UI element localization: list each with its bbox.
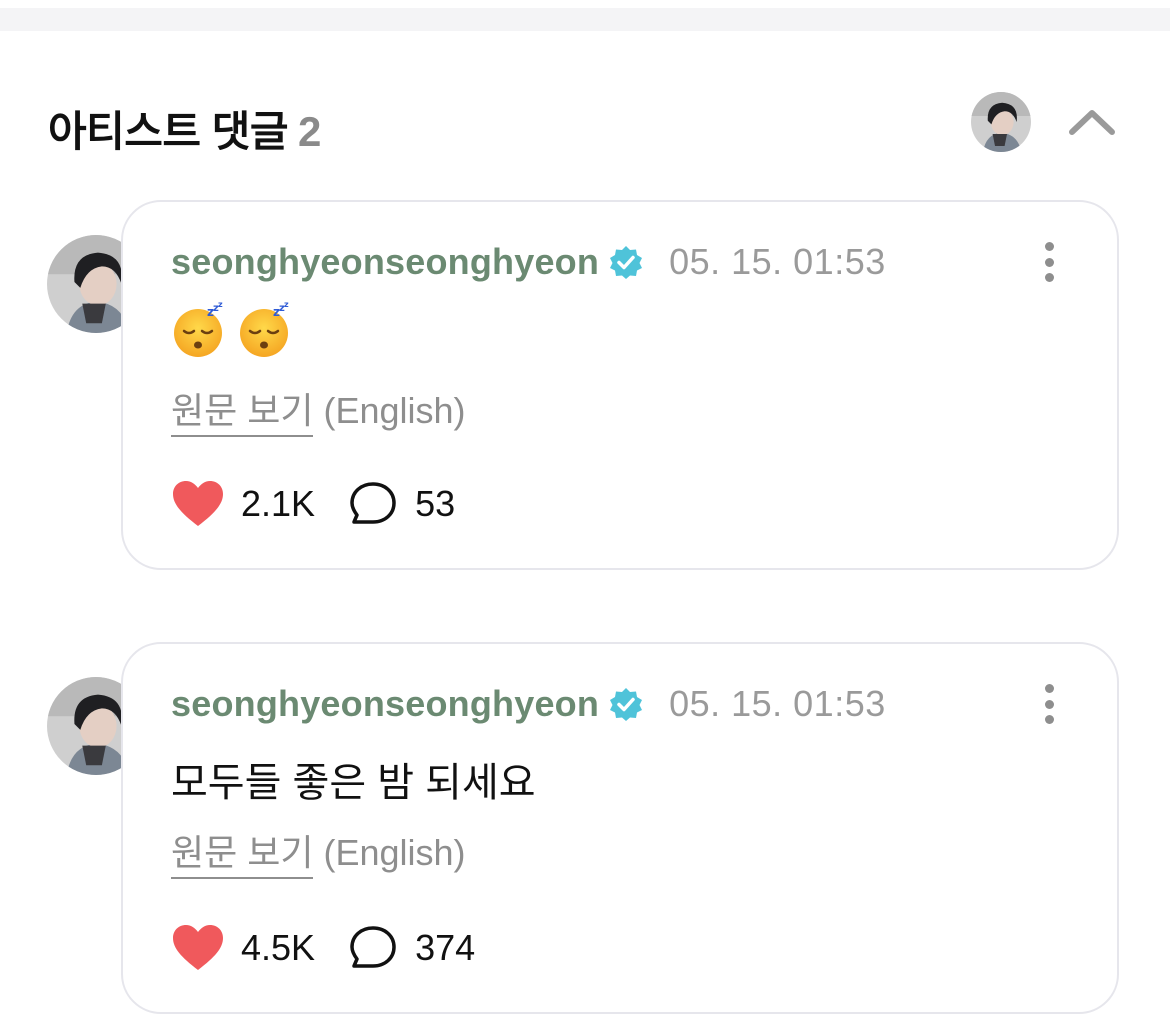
speech-bubble-icon[interactable] <box>349 480 397 528</box>
comment-body: 모두들 좋은 밤 되세요 <box>171 761 536 805</box>
translate-language: (English) <box>323 832 466 873</box>
chevron-up-icon <box>1069 110 1115 135</box>
more-vertical-icon-dot <box>1044 273 1054 282</box>
view-original-link[interactable]: 원문 보기 <box>171 390 314 437</box>
translate-row: 원문 보기 (English) <box>171 824 466 879</box>
comment-actions: 2.1K 53 <box>171 480 455 528</box>
collapse-button[interactable] <box>1062 98 1122 146</box>
more-vertical-icon-dot <box>1044 699 1054 709</box>
sleeping-face-emoji: z z z <box>240 302 289 357</box>
comment-actions: 4.5K 374 <box>171 924 475 972</box>
artist-comment-2: seonghyeonseonghyeon 05. 15. 01:53 모두들 좋… <box>0 642 1170 1014</box>
more-vertical-icon-dot <box>1044 715 1054 724</box>
section-title-text: 아티스트 댓글 <box>48 108 289 155</box>
svg-text:z: z <box>284 302 289 309</box>
like-count: 4.5K <box>241 927 316 968</box>
avatar-image <box>971 92 1031 152</box>
more-vertical-icon-dot <box>1044 242 1054 251</box>
top-divider-strip <box>0 0 1170 31</box>
verified-badge-icon <box>610 688 643 721</box>
artist-avatar[interactable] <box>971 92 1031 152</box>
svg-text:z: z <box>218 302 223 309</box>
more-options-button[interactable] <box>1039 682 1059 726</box>
verified-badge-icon <box>610 246 643 279</box>
translate-language: (English) <box>323 390 466 431</box>
username[interactable]: seonghyeonseonghyeon <box>171 241 599 283</box>
more-vertical-icon-dot <box>1044 257 1054 267</box>
section-count: 2 <box>298 108 321 155</box>
artist-comment-1: seonghyeonseonghyeon 05. 15. 01:53 z z z <box>0 200 1170 570</box>
comment-bubble: seonghyeonseonghyeon 05. 15. 01:53 z z z <box>121 200 1119 570</box>
more-options-button[interactable] <box>1039 240 1059 284</box>
timestamp: 05. 15. 01:53 <box>669 241 886 282</box>
like-count: 2.1K <box>241 483 316 524</box>
reply-count: 374 <box>415 927 476 968</box>
reply-count: 53 <box>415 483 456 524</box>
username[interactable]: seonghyeonseonghyeon <box>171 683 599 725</box>
heart-icon[interactable] <box>171 924 225 972</box>
comment-meta: seonghyeonseonghyeon 05. 15. 01:53 <box>171 682 886 726</box>
section-title: 아티스트 댓글 2 <box>48 98 321 159</box>
sleeping-face-emoji: z z z <box>174 302 223 357</box>
timestamp: 05. 15. 01:53 <box>669 683 886 724</box>
heart-icon[interactable] <box>171 480 225 528</box>
speech-bubble-icon[interactable] <box>349 924 397 972</box>
more-vertical-icon-dot <box>1044 684 1054 693</box>
artist-comments-header: 아티스트 댓글 2 <box>0 80 1170 170</box>
view-original-link[interactable]: 원문 보기 <box>171 832 314 879</box>
translate-row: 원문 보기 (English) <box>171 382 466 437</box>
comment-bubble: seonghyeonseonghyeon 05. 15. 01:53 모두들 좋… <box>121 642 1119 1014</box>
comment-meta: seonghyeonseonghyeon 05. 15. 01:53 <box>171 240 886 284</box>
comment-body: z z z z z z <box>171 302 293 358</box>
